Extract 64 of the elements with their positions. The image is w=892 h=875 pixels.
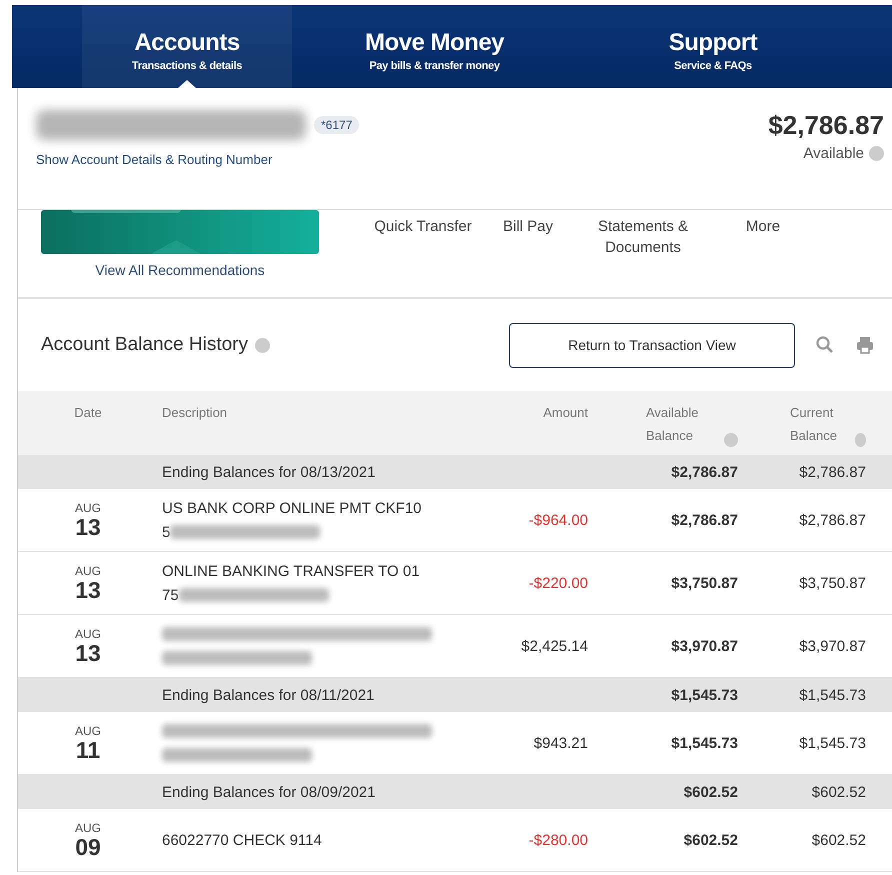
table-cell-text: $3,750.87 bbox=[798, 574, 867, 592]
table-cell-text: Ending Balances for 08/09/2021 bbox=[161, 784, 376, 800]
table-cell: 66022770 CHECK 9114 bbox=[162, 832, 322, 848]
table-cell-text: $3,750.87 bbox=[670, 574, 738, 592]
table-cell-text: $2,786.87 bbox=[670, 464, 738, 480]
date-month: AUG bbox=[74, 564, 101, 578]
table-cell: 75 bbox=[162, 586, 179, 604]
print-icon[interactable] bbox=[855, 335, 875, 355]
table-cell-text: $1,545.73 bbox=[670, 734, 738, 752]
section-title: Account Balance History bbox=[41, 334, 248, 356]
account-action-link[interactable]: Bill Pay bbox=[488, 216, 568, 297]
table-cell-text: $602.52 bbox=[810, 832, 867, 848]
nav-tab[interactable]: Accounts Transactions & details bbox=[82, 5, 292, 88]
table-cell: 5 bbox=[162, 524, 170, 540]
date-month: AUG bbox=[74, 628, 101, 640]
date-month: AUG bbox=[74, 502, 101, 514]
recommendations-link[interactable]: View All Recommendations bbox=[95, 262, 265, 278]
table-cell-text: $3,970.87 bbox=[670, 638, 738, 654]
table-cell: ONLINE BANKING TRANSFER TO 01 bbox=[162, 562, 420, 580]
table-cell-text: $3,970.87 bbox=[798, 638, 867, 654]
date-month: AUG bbox=[74, 724, 101, 738]
date-day: 09 bbox=[75, 834, 101, 858]
column-header: Amount bbox=[542, 405, 588, 420]
date-day: 13 bbox=[75, 578, 101, 602]
table-cell-text: $1,545.73 bbox=[798, 686, 867, 704]
info-icon[interactable] bbox=[854, 433, 866, 447]
table-cell-text: Ending Balances for 08/11/2021 bbox=[161, 686, 376, 704]
account-number-badge: *6177 bbox=[314, 116, 360, 134]
date-day: 11 bbox=[76, 738, 100, 762]
table-cell-text: $2,786.87 bbox=[798, 512, 867, 528]
table-cell-text: $1,545.73 bbox=[798, 734, 867, 752]
nav-tab[interactable]: Support Service & FAQs bbox=[577, 5, 849, 88]
table-cell-text: Ending Balances for 08/13/2021 bbox=[161, 464, 376, 480]
table-cell-text: $602.52 bbox=[682, 784, 738, 800]
table-cell-text: -$280.00 bbox=[528, 832, 588, 848]
date-day: 13 bbox=[75, 640, 101, 664]
nav-tab[interactable]: Move Money Pay bills & transfer money bbox=[292, 5, 577, 88]
table-cell-text: -$964.00 bbox=[528, 512, 588, 528]
account-action-link[interactable]: Statements & Documents bbox=[568, 216, 718, 297]
search-icon[interactable] bbox=[815, 335, 835, 355]
info-icon[interactable] bbox=[869, 146, 884, 161]
return-to-transaction-view-button[interactable]: Return to Transaction View bbox=[509, 322, 795, 368]
date-day: 13 bbox=[75, 514, 101, 538]
table-cell-text: $943.21 bbox=[532, 734, 588, 752]
account-action-link[interactable]: More bbox=[718, 216, 808, 297]
column-header: Date bbox=[73, 405, 103, 420]
table-cell: US BANK CORP ONLINE PMT CKF10 bbox=[162, 500, 422, 516]
table-cell-text: $602.52 bbox=[810, 784, 867, 800]
balance-label: Available bbox=[803, 145, 864, 162]
date-month: AUG bbox=[74, 822, 101, 834]
column-header: Description bbox=[161, 405, 228, 420]
table-cell-text: $1,545.73 bbox=[670, 686, 738, 704]
table-cell-text: $2,786.87 bbox=[798, 464, 867, 480]
account-action-link[interactable]: Quick Transfer bbox=[358, 216, 488, 297]
available-balance: $2,786.87 bbox=[768, 110, 884, 141]
info-icon[interactable] bbox=[724, 433, 738, 447]
column-header: Current Balance bbox=[790, 404, 838, 445]
column-header: Available Balance bbox=[646, 404, 700, 445]
table-cell-text: -$220.00 bbox=[528, 574, 588, 592]
table-cell-text: $602.52 bbox=[682, 832, 738, 848]
table-cell-text: $2,786.87 bbox=[670, 512, 738, 528]
table-cell-text: $2,425.14 bbox=[520, 638, 588, 654]
info-icon[interactable] bbox=[255, 338, 270, 352]
account-details-link[interactable]: Show Account Details & Routing Number bbox=[36, 152, 360, 167]
